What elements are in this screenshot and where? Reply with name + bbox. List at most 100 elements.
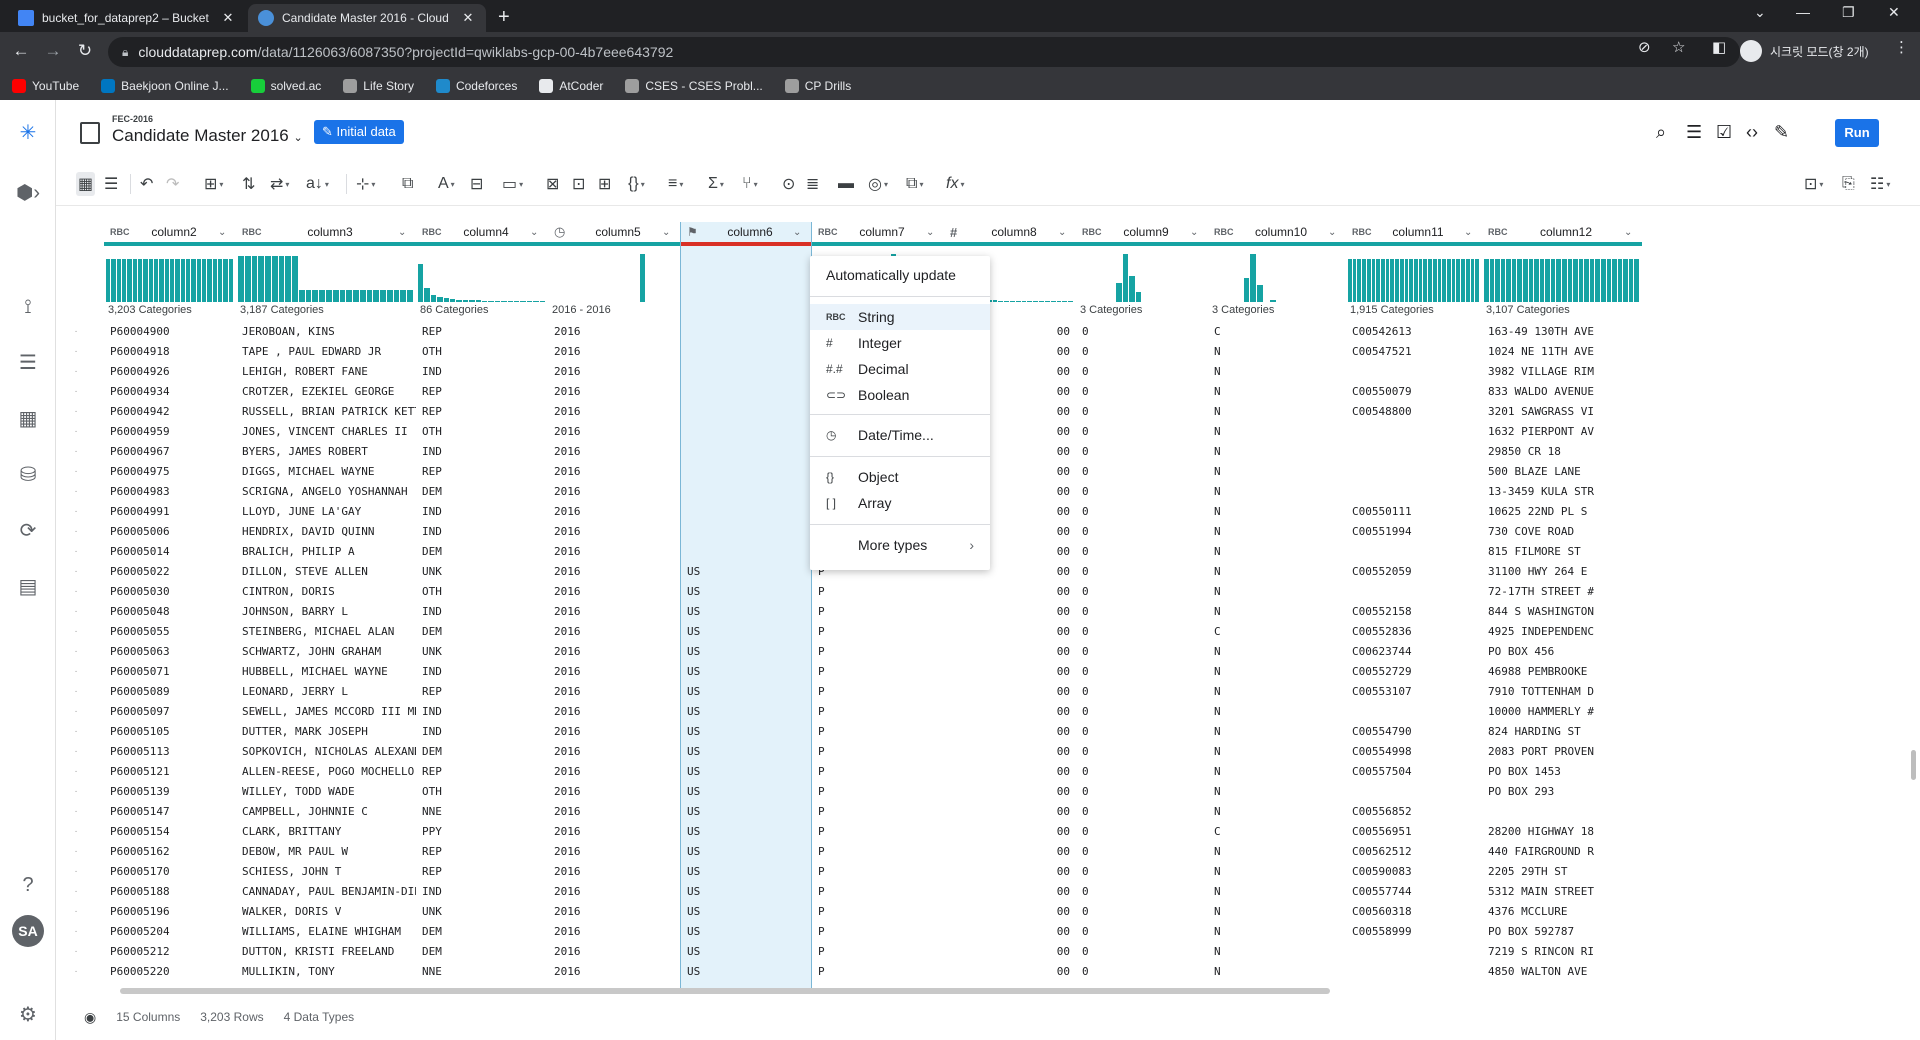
grid-cell[interactable] [681, 522, 811, 542]
grid-cell[interactable]: OTH [416, 782, 548, 802]
histogram-bar[interactable] [127, 258, 132, 302]
histogram-bar[interactable] [462, 299, 469, 302]
menu-item-decimal[interactable]: #.# Decimal [810, 356, 990, 382]
column-header[interactable]: RBC column11 ⌄ [1346, 222, 1482, 246]
histogram-bar[interactable] [1352, 258, 1357, 302]
histogram-bar[interactable] [1465, 258, 1470, 302]
bookmark-item[interactable]: Life Story [343, 79, 414, 93]
histogram-bar[interactable] [278, 256, 285, 302]
menu-item-boolean[interactable]: ⊂⊃ Boolean [810, 382, 990, 408]
grid-cell[interactable]: 2016 [548, 342, 680, 362]
histogram-bar[interactable] [998, 300, 1004, 302]
row-handle[interactable]: · [56, 802, 96, 822]
tab-search-icon[interactable]: ⌄ [1754, 4, 1766, 21]
grid-cell[interactable]: P [812, 602, 944, 622]
column-histogram[interactable] [1078, 254, 1206, 302]
histogram-bar[interactable] [1534, 258, 1539, 302]
grid-cell[interactable]: US [681, 722, 811, 742]
grid-cell[interactable]: N [1208, 702, 1346, 722]
histogram-bar[interactable] [1606, 258, 1612, 302]
grid-cell[interactable]: US [681, 662, 811, 682]
grid-cell[interactable]: C00590083 [1346, 862, 1482, 882]
histogram-bar[interactable] [202, 258, 207, 302]
row-handle[interactable]: · [56, 862, 96, 882]
row-handle[interactable]: · [56, 582, 96, 602]
histogram-bar[interactable] [1376, 258, 1380, 302]
grid-cell[interactable]: N [1208, 562, 1346, 582]
histogram-bar[interactable] [1357, 258, 1362, 302]
search-icon[interactable]: ⌕ [1656, 122, 1666, 143]
grid-cell[interactable]: N [1208, 942, 1346, 962]
histogram-bar[interactable] [1010, 300, 1015, 302]
grid-cell[interactable]: STEINBERG, MICHAEL ALAN [236, 622, 416, 642]
histogram-bar[interactable] [1039, 300, 1044, 302]
histogram-bar[interactable] [1428, 258, 1432, 302]
grid-cell[interactable]: N [1208, 802, 1346, 822]
column-header[interactable]: RBC column3 ⌄ [236, 222, 416, 246]
grid-cell[interactable]: IND [416, 702, 548, 722]
incognito-indicator[interactable]: 시크릿 모드(창 2개) [1740, 36, 1869, 66]
grid-cell[interactable] [681, 362, 811, 382]
grid-cell[interactable] [1346, 702, 1482, 722]
grid-cell[interactable]: 2016 [548, 522, 680, 542]
histogram-bar[interactable] [332, 290, 339, 302]
grid-cell[interactable]: N [1208, 922, 1346, 942]
grid-cell[interactable]: 0 [1076, 742, 1208, 762]
chevron-down-icon[interactable]: ⌄ [662, 227, 680, 238]
grid-cell[interactable]: 0 [1076, 682, 1208, 702]
grid-column-column3[interactable]: RBC column3 ⌄ 3,187 Categories JEROBOAN, KIN… [236, 222, 416, 992]
grid-cell[interactable] [1346, 942, 1482, 962]
grid-cell[interactable]: C00557504 [1346, 762, 1482, 782]
tab-bucket[interactable]: bucket_for_dataprep2 – Bucket ✕ [8, 4, 246, 32]
histogram-bar[interactable] [1461, 258, 1465, 302]
string-type-icon[interactable]: RBC [1076, 227, 1102, 237]
grid-cell[interactable]: 0 [1076, 562, 1208, 582]
flow-view-icon[interactable]: ⟟ [13, 292, 43, 322]
histogram-bar[interactable] [1595, 258, 1600, 302]
grid-cell[interactable]: 2016 [548, 842, 680, 862]
histogram-bar[interactable] [450, 299, 456, 302]
grid-cell[interactable]: IND [416, 522, 548, 542]
grid-cell[interactable]: P60005006 [104, 522, 236, 542]
grid-cell[interactable]: MULLIKIN, TONY [236, 962, 416, 982]
grid-cell[interactable]: 2016 [548, 882, 680, 902]
grid-cell[interactable]: US [681, 882, 811, 902]
grid-cell[interactable]: SOPKOVICH, NICHOLAS ALEXANDER [236, 742, 416, 762]
histogram-bar[interactable] [122, 258, 127, 302]
histogram-bar[interactable] [539, 301, 545, 302]
histogram-bar[interactable] [298, 290, 305, 302]
histogram-bar[interactable] [514, 301, 520, 302]
grid-cell[interactable]: DEBOW, MR PAUL W [236, 842, 416, 862]
grid-cell[interactable] [1346, 482, 1482, 502]
join-icon[interactable]: ⊙ [782, 172, 795, 196]
grid-cell[interactable]: N [1208, 342, 1346, 362]
grid-cell[interactable]: 2016 [548, 462, 680, 482]
histogram-bar[interactable] [1033, 300, 1039, 302]
grid-cell[interactable]: 00 [944, 782, 1076, 802]
flows-icon[interactable]: ⬢› [13, 178, 43, 208]
histogram-bar[interactable] [1027, 300, 1033, 302]
grid-cell[interactable]: C00556852 [1346, 802, 1482, 822]
histogram-bar[interactable] [1015, 300, 1021, 302]
grid-cell[interactable]: C00547521 [1346, 342, 1482, 362]
extract-icon[interactable]: ⊟ [470, 172, 483, 196]
chevron-down-icon[interactable]: ⌄ [1328, 227, 1346, 238]
grid-cell[interactable]: 00 [944, 622, 1076, 642]
histogram-bar[interactable] [1116, 282, 1122, 302]
row-handle[interactable]: · [56, 762, 96, 782]
histogram-bar[interactable] [1366, 258, 1371, 302]
histogram-bar[interactable] [339, 290, 346, 302]
grid-cell[interactable]: N [1208, 742, 1346, 762]
row-handle[interactable]: · [56, 422, 96, 442]
grid-cell[interactable]: P60005063 [104, 642, 236, 662]
histogram-bar[interactable] [1517, 258, 1522, 302]
grid-cell[interactable]: C [1208, 822, 1346, 842]
grid-cell[interactable]: 0 [1076, 602, 1208, 622]
grid-cell[interactable]: C [1208, 622, 1346, 642]
grid-cell[interactable]: N [1208, 662, 1346, 682]
grid-cell[interactable]: 0 [1076, 322, 1208, 342]
row-handle[interactable]: · [56, 442, 96, 462]
grid-cell[interactable]: 2016 [548, 722, 680, 742]
grid-cell[interactable]: 00 [944, 702, 1076, 722]
grid-cell[interactable] [1346, 782, 1482, 802]
